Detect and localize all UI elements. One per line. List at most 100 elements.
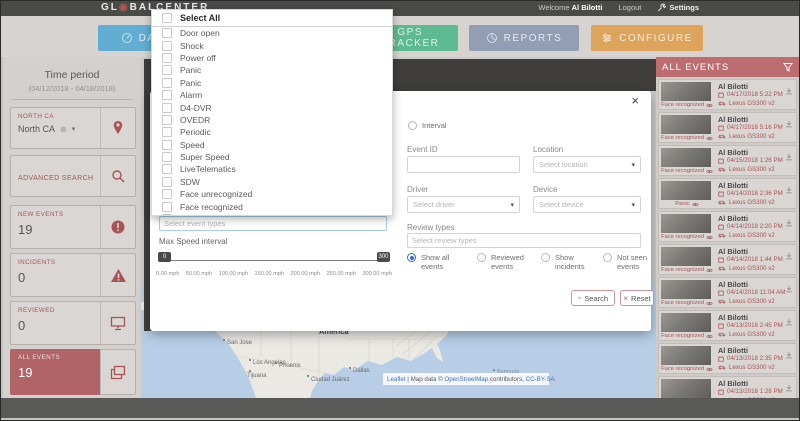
download-button[interactable] bbox=[785, 181, 793, 199]
event-date: 04/13/2018 1:28 PM bbox=[727, 388, 783, 395]
checkbox[interactable] bbox=[162, 41, 172, 51]
search-button[interactable]: Search bbox=[571, 290, 615, 306]
event-type-option[interactable]: Panic bbox=[152, 64, 392, 76]
event-types-input[interactable] bbox=[159, 216, 387, 231]
map-pin-button[interactable] bbox=[100, 108, 135, 148]
checkbox[interactable] bbox=[162, 214, 172, 216]
checkbox[interactable] bbox=[162, 177, 172, 187]
checkbox[interactable] bbox=[162, 78, 172, 88]
event-card[interactable]: Face recognized Al Bilotti 04/13/2018 1:… bbox=[658, 376, 797, 398]
top-header-bar: GL◉BALCENTER Welcome Al Bilotti Logout S… bbox=[1, 1, 799, 16]
event-type-option[interactable]: Power off bbox=[152, 52, 392, 64]
event-card[interactable]: Face recognized Al Bilotti 04/17/2018 5:… bbox=[658, 112, 797, 143]
event-card[interactable]: Face recognized Al Bilotti 04/17/2018 5:… bbox=[658, 79, 797, 110]
location-dropdown[interactable]: Select location ▾ bbox=[533, 156, 641, 173]
event-type-option-label: Door open bbox=[180, 214, 220, 216]
radio-show-incidents[interactable]: Show incidents bbox=[541, 253, 599, 271]
radio-not-seen-events[interactable]: Not seen events bbox=[603, 253, 661, 271]
event-type-option[interactable]: Face recognized bbox=[152, 200, 392, 212]
radio-circle[interactable] bbox=[603, 253, 612, 262]
radio-circle[interactable] bbox=[477, 253, 486, 262]
counter-incidents[interactable]: INCIDENTS 0 bbox=[10, 253, 136, 297]
checkbox[interactable] bbox=[162, 103, 172, 113]
interval-radio[interactable]: Interval bbox=[408, 121, 447, 130]
chevron-down-icon: ▾ bbox=[510, 201, 514, 209]
download-button[interactable] bbox=[785, 115, 793, 133]
checkbox[interactable] bbox=[162, 115, 172, 125]
event-type-option[interactable]: Door open bbox=[152, 27, 392, 39]
download-button[interactable] bbox=[785, 247, 793, 265]
download-button[interactable] bbox=[785, 214, 793, 232]
counter-reviewed[interactable]: REVIEWED 0 bbox=[10, 301, 136, 345]
tab-configure[interactable]: CONFIGURE bbox=[591, 25, 703, 51]
event-type-option[interactable]: LiveTelematics bbox=[152, 163, 392, 175]
event-type-option[interactable]: D4-DVR bbox=[152, 101, 392, 113]
advanced-search-card[interactable]: ADVANCED SEARCH bbox=[10, 155, 136, 197]
download-button[interactable] bbox=[785, 379, 793, 397]
driver-dropdown[interactable]: Select driver ▾ bbox=[407, 196, 520, 213]
checkbox[interactable] bbox=[162, 65, 172, 75]
event-card[interactable]: Face recognized Al Bilotti 04/14/2018 1:… bbox=[658, 244, 797, 275]
settings-button[interactable]: Settings bbox=[657, 3, 699, 12]
event-card[interactable]: Face recognized Al Bilotti 04/14/2018 11… bbox=[658, 277, 797, 308]
leaflet-link[interactable]: Leaflet bbox=[387, 376, 406, 383]
calendar-icon bbox=[718, 224, 724, 230]
checkbox[interactable] bbox=[162, 127, 172, 137]
close-icon[interactable]: × bbox=[631, 95, 639, 107]
event-card[interactable]: Face recognized Al Bilotti 04/13/2018 2:… bbox=[658, 343, 797, 374]
counter-new-events[interactable]: NEW EVENTS 19 bbox=[10, 205, 136, 249]
download-button[interactable] bbox=[785, 346, 793, 364]
speed-slider-min-handle[interactable]: 0 bbox=[158, 252, 171, 262]
event-type-option[interactable]: Panic bbox=[152, 77, 392, 89]
counter-all-events[interactable]: ALL EVENTS 19 bbox=[10, 349, 136, 395]
logout-link[interactable]: Logout bbox=[618, 3, 641, 12]
event-type-option[interactable]: Door open bbox=[152, 213, 392, 216]
checkbox[interactable] bbox=[162, 53, 172, 63]
interval-radio-circle[interactable] bbox=[408, 121, 417, 130]
radio-circle[interactable] bbox=[541, 253, 550, 262]
event-id-input[interactable] bbox=[407, 156, 520, 173]
radio-reviewed-events[interactable]: Reviewed events bbox=[477, 253, 535, 271]
event-type-option[interactable]: OVEDR bbox=[152, 114, 392, 126]
event-type-option[interactable]: Alarm bbox=[152, 89, 392, 101]
clear-location-icon[interactable]: ⊗ bbox=[60, 125, 67, 134]
event-type-option[interactable]: Face unrecognized bbox=[152, 188, 392, 200]
device-dropdown[interactable]: Select device ▾ bbox=[533, 196, 641, 213]
checkbox[interactable] bbox=[162, 13, 172, 23]
license-link[interactable]: CC-BY-SA bbox=[526, 376, 556, 383]
advanced-search-button[interactable] bbox=[100, 156, 135, 196]
event-type-option[interactable]: Super Speed bbox=[152, 151, 392, 163]
osm-link[interactable]: OpenStreetMap bbox=[444, 376, 488, 383]
speed-slider-track[interactable] bbox=[161, 260, 389, 261]
radio-circle-checked[interactable] bbox=[407, 253, 416, 262]
radio-show-all-events[interactable]: Show all events bbox=[407, 253, 465, 271]
event-type-option[interactable]: SDW bbox=[152, 176, 392, 188]
event-type-text: Face recognized bbox=[661, 267, 704, 273]
checkbox[interactable] bbox=[162, 164, 172, 174]
event-card[interactable]: Panic Al Bilotti 04/14/2018 2:36 PM Lexu… bbox=[658, 178, 797, 209]
checkbox[interactable] bbox=[162, 189, 172, 199]
download-button[interactable] bbox=[785, 313, 793, 331]
event-type-option[interactable]: Speed bbox=[152, 139, 392, 151]
event-card[interactable]: Face recognized Al Bilotti 04/15/2018 1:… bbox=[658, 145, 797, 176]
tab-reports[interactable]: REPORTS bbox=[469, 25, 579, 51]
event-card[interactable]: Face recognized Al Bilotti 04/13/2018 2:… bbox=[658, 310, 797, 341]
download-button[interactable] bbox=[785, 280, 793, 298]
chevron-down-icon: ▾ bbox=[631, 201, 635, 209]
event-type-option[interactable]: Shock bbox=[152, 39, 392, 51]
checkbox[interactable] bbox=[162, 202, 172, 212]
download-button[interactable] bbox=[785, 148, 793, 166]
speed-slider-max-handle[interactable]: 300 bbox=[377, 252, 390, 262]
checkbox[interactable] bbox=[162, 90, 172, 100]
checkbox[interactable] bbox=[162, 28, 172, 38]
select-all-option[interactable]: Select All bbox=[152, 10, 392, 27]
event-type-option[interactable]: Periodic bbox=[152, 126, 392, 138]
review-types-input[interactable] bbox=[407, 233, 641, 248]
filter-icon[interactable] bbox=[783, 62, 793, 72]
checkbox[interactable] bbox=[162, 140, 172, 150]
location-select[interactable]: North CA ⊗ ▾ bbox=[18, 124, 100, 134]
checkbox[interactable] bbox=[162, 152, 172, 162]
event-card[interactable]: Face recognized Al Bilotti 04/14/2018 2:… bbox=[658, 211, 797, 242]
download-button[interactable] bbox=[785, 82, 793, 100]
reset-button[interactable]: × Reset bbox=[620, 290, 654, 306]
